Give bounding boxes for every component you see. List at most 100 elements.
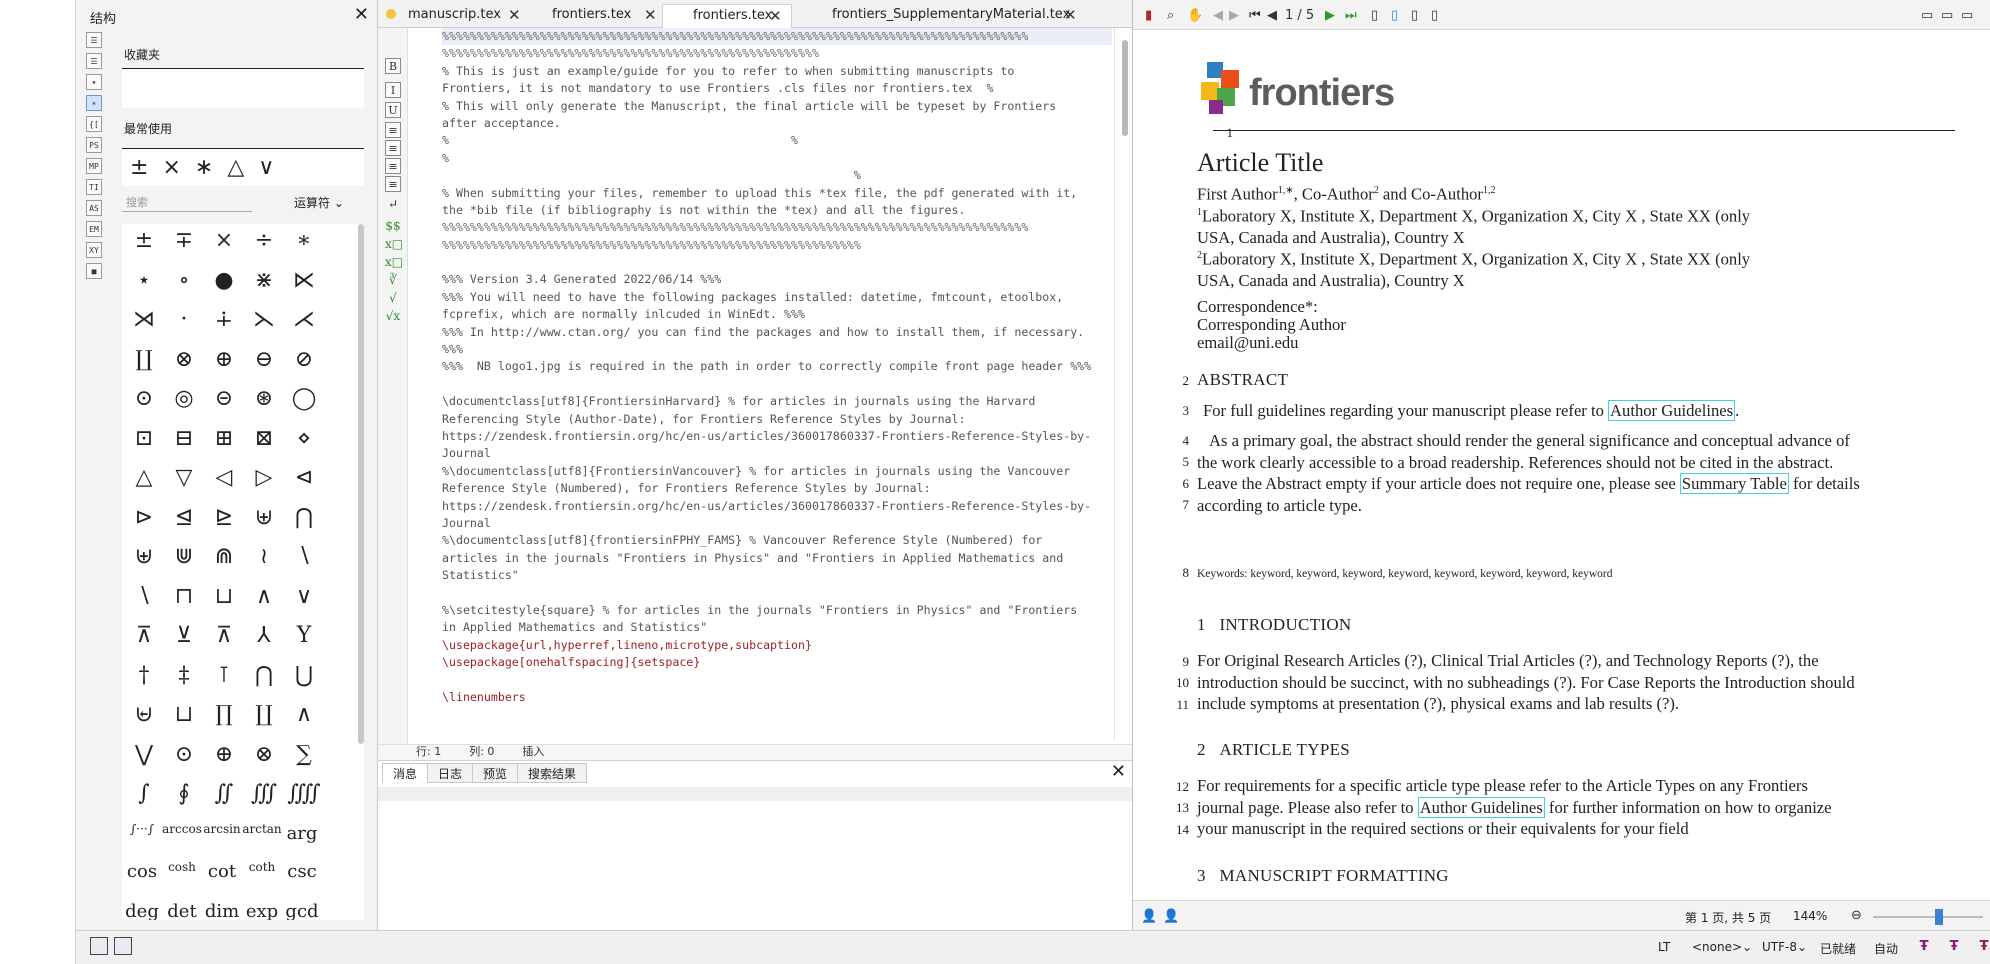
- symbol-button[interactable]: ⋓: [164, 540, 204, 574]
- symbol-button[interactable]: ∬: [204, 777, 244, 811]
- symbol-button[interactable]: ⊔: [204, 580, 244, 614]
- view-icon[interactable]: ▯: [1371, 8, 1378, 24]
- function-button[interactable]: cot: [202, 857, 242, 891]
- symbol-button[interactable]: ⨌: [284, 777, 324, 811]
- prev-page-icon[interactable]: ◀: [1267, 8, 1277, 24]
- symbol-button[interactable]: ⋒: [204, 540, 244, 574]
- symbol-button[interactable]: ∐: [124, 343, 164, 377]
- symbol-button[interactable]: ∫: [124, 777, 164, 811]
- symbol-button[interactable]: ⋊: [124, 303, 164, 337]
- symbol-button[interactable]: ⋆: [124, 264, 164, 298]
- close-icon[interactable]: ✕: [644, 4, 657, 26]
- symbol-button[interactable]: ⊛: [244, 382, 284, 416]
- view-icon[interactable]: ▯: [1431, 8, 1438, 24]
- category-button-operators[interactable]: ∗: [86, 95, 102, 111]
- symbol-button[interactable]: ∑: [284, 738, 324, 772]
- function-button[interactable]: dim: [202, 897, 242, 921]
- symbol-button[interactable]: ⊎: [124, 540, 164, 574]
- symbol-button[interactable]: Y: [284, 619, 324, 653]
- symbol-button[interactable]: ⊻: [164, 619, 204, 653]
- symbol-button[interactable]: ⊖: [244, 343, 284, 377]
- symbol-button[interactable]: ⊞: [204, 422, 244, 456]
- encoding-mode[interactable]: <none>⌄: [1692, 940, 1752, 954]
- tab-frontiers-active[interactable]: frontiers.tex ✕: [662, 4, 792, 28]
- format-tool-button[interactable]: ≡: [385, 122, 401, 138]
- symbol-button[interactable]: ⊼: [124, 619, 164, 653]
- symbol-search-input[interactable]: 搜索: [122, 194, 252, 212]
- symbol-button[interactable]: ⊼: [204, 619, 244, 653]
- format-tool-button[interactable]: B: [385, 58, 401, 74]
- symbol-button[interactable]: ⊵: [204, 501, 244, 535]
- function-button[interactable]: arccos: [162, 819, 202, 853]
- function-button[interactable]: csc: [282, 857, 322, 891]
- tex-icon[interactable]: Ŧ: [1916, 939, 1932, 955]
- symbol-button[interactable]: ×: [162, 155, 180, 180]
- symbol-button[interactable]: ⋁: [124, 738, 164, 772]
- symbol-button[interactable]: ×: [204, 224, 244, 258]
- symbol-button[interactable]: ∖: [284, 540, 324, 574]
- category-button[interactable]: AS: [86, 200, 102, 216]
- format-tool-button[interactable]: ≡: [385, 140, 401, 156]
- symbol-button[interactable]: ∭: [244, 777, 284, 811]
- format-tool-button[interactable]: I: [385, 82, 401, 98]
- format-tool-button[interactable]: ≡: [385, 176, 401, 192]
- symbol-button[interactable]: ⊝: [204, 382, 244, 416]
- format-tool-button[interactable]: $$: [385, 218, 401, 234]
- symbol-button[interactable]: ⊠: [244, 422, 284, 456]
- function-button[interactable]: exp: [242, 897, 282, 921]
- close-icon[interactable]: ✕: [354, 4, 369, 25]
- symbol-button[interactable]: ‡: [164, 659, 204, 693]
- close-icon[interactable]: ✕: [1064, 4, 1077, 26]
- view-icon[interactable]: ▯: [1411, 8, 1418, 24]
- category-button[interactable]: TI: [86, 179, 102, 195]
- person-icon[interactable]: 👤: [1163, 909, 1179, 925]
- category-button[interactable]: PS: [86, 137, 102, 153]
- zoom-out-icon[interactable]: ⊖: [1851, 908, 1862, 924]
- tex-icon[interactable]: Ŧ: [1976, 939, 1990, 955]
- category-button[interactable]: ■: [86, 263, 102, 279]
- scrollbar[interactable]: [358, 224, 364, 744]
- symbol-button[interactable]: ⊘: [284, 343, 324, 377]
- author-guidelines-link[interactable]: Author Guidelines: [1608, 400, 1736, 421]
- symbol-button[interactable]: ⊳: [124, 501, 164, 535]
- function-button[interactable]: coth: [242, 857, 282, 891]
- last-page-icon[interactable]: ⏭: [1345, 8, 1357, 24]
- symbol-button[interactable]: ∓: [164, 224, 204, 258]
- symbol-button[interactable]: †: [124, 659, 164, 693]
- panel-toggle-icon[interactable]: [114, 937, 132, 955]
- close-icon[interactable]: ✕: [1111, 761, 1126, 782]
- format-tool-button[interactable]: √x: [385, 308, 401, 324]
- symbol-button[interactable]: ⊙: [164, 738, 204, 772]
- symbol-button[interactable]: ±: [130, 155, 148, 180]
- symbol-button[interactable]: ·: [164, 303, 204, 337]
- function-button[interactable]: ∫···∫: [122, 819, 162, 853]
- person-icon[interactable]: 👤: [1141, 909, 1157, 925]
- symbol-button[interactable]: ∘: [164, 264, 204, 298]
- next-page-icon[interactable]: ▶: [1325, 8, 1335, 24]
- restore-icon[interactable]: ▭: [1941, 8, 1953, 24]
- symbol-button[interactable]: ◎: [164, 382, 204, 416]
- auto-status[interactable]: 自动: [1874, 940, 1898, 957]
- back-icon[interactable]: ◀: [1213, 8, 1223, 24]
- tab-log[interactable]: 日志: [427, 763, 474, 783]
- format-tool-button[interactable]: U: [385, 102, 401, 118]
- symbol-button[interactable]: ●: [204, 264, 244, 298]
- encoding[interactable]: UTF-8⌄: [1762, 940, 1807, 954]
- symbol-button[interactable]: ⊎: [244, 501, 284, 535]
- function-button[interactable]: gcd: [282, 897, 322, 921]
- tab-supplementary[interactable]: frontiers_SupplementaryMaterial.tex ✕: [802, 4, 1092, 28]
- symbol-button[interactable]: ⊕: [204, 738, 244, 772]
- symbol-button[interactable]: ⊡: [124, 422, 164, 456]
- category-button[interactable]: ▾: [86, 74, 102, 90]
- symbol-button[interactable]: ⊴: [164, 501, 204, 535]
- symbol-button[interactable]: ⊟: [164, 422, 204, 456]
- symbol-button[interactable]: ⊲: [284, 461, 324, 495]
- editor-scrollbar[interactable]: [1122, 40, 1128, 136]
- format-tool-button[interactable]: ≡: [385, 158, 401, 174]
- summary-table-link[interactable]: Summary Table: [1679, 473, 1789, 494]
- symbol-button[interactable]: ▷: [244, 461, 284, 495]
- symbol-button[interactable]: ⊺: [204, 659, 244, 693]
- symbol-button[interactable]: ⋂: [244, 659, 284, 693]
- symbol-button[interactable]: ◁: [204, 461, 244, 495]
- symbol-button[interactable]: ⋃: [284, 659, 324, 693]
